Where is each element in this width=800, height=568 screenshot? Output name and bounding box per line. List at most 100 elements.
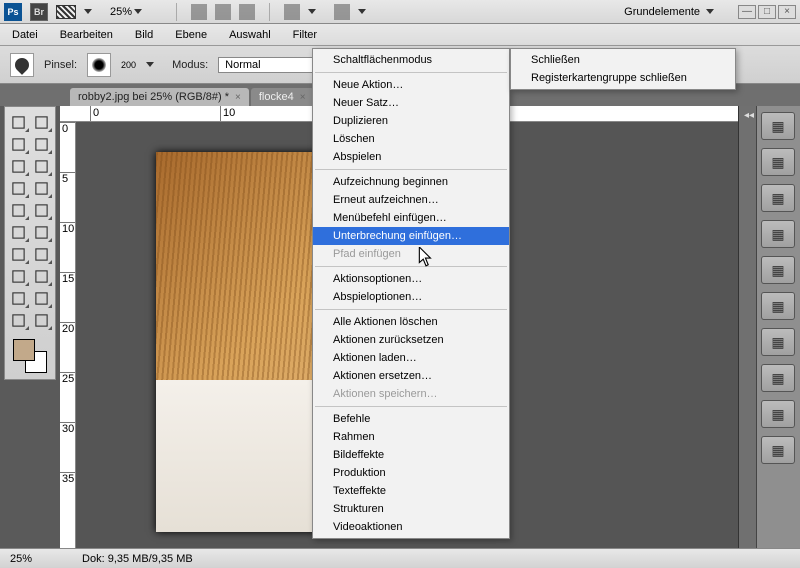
layers-panel-icon[interactable]: ▦ (761, 328, 795, 356)
clapper-icon[interactable] (56, 5, 76, 19)
lasso-tool[interactable] (7, 133, 30, 155)
chevron-down-icon (706, 9, 714, 14)
menu-item[interactable]: Videoaktionen (313, 518, 509, 536)
ruler-vertical: 05101520253035 (60, 122, 76, 548)
close-button[interactable]: × (778, 5, 796, 19)
menu-item[interactable]: Löschen (313, 130, 509, 148)
brush-tool[interactable] (30, 177, 53, 199)
tab-title: flocke4 (259, 91, 294, 103)
menu-bearbeiten[interactable]: Bearbeiten (56, 27, 117, 43)
brush-preview[interactable] (87, 53, 111, 77)
blur-tool[interactable] (7, 243, 30, 265)
menu-item[interactable]: Strukturen (313, 500, 509, 518)
crop-tool[interactable] (7, 155, 30, 177)
workspace-label: Grundelemente (624, 6, 700, 18)
color-panel-icon[interactable]: ▦ (761, 112, 795, 140)
menu-auswahl[interactable]: Auswahl (225, 27, 275, 43)
menu-item[interactable]: Duplizieren (313, 112, 509, 130)
eraser-tool[interactable] (7, 221, 30, 243)
gradient-tool[interactable] (30, 221, 53, 243)
fx-panel-icon[interactable]: ▦ (761, 184, 795, 212)
rectangle-tool[interactable] (30, 287, 53, 309)
zoom-tool-icon[interactable] (215, 4, 231, 20)
menu-item[interactable]: Unterbrechung einfügen… (313, 227, 509, 245)
navigator-panel-icon[interactable]: ▦ (761, 256, 795, 284)
menu-item[interactable]: Aktionen zurücksetzen (313, 331, 509, 349)
status-zoom[interactable]: 25% (10, 553, 32, 565)
hand-tool-icon[interactable] (191, 4, 207, 20)
menu-item[interactable]: Rahmen (313, 428, 509, 446)
path-sel-tool[interactable] (7, 287, 30, 309)
menu-item[interactable]: Aktionsoptionen… (313, 270, 509, 288)
menu-item[interactable]: Produktion (313, 464, 509, 482)
right-dock: ▦ ▦ ▦ ▦ ▦ ▦ ▦ ▦ ▦ ▦ (756, 106, 800, 548)
mode-value: Normal (225, 59, 260, 71)
document-tab[interactable]: robby2.jpg bei 25% (RGB/8#) *× (70, 88, 249, 106)
color-swatches[interactable] (7, 337, 53, 375)
chevron-down-icon[interactable] (146, 62, 154, 67)
chevron-down-icon (134, 9, 142, 14)
chevron-down-icon[interactable] (358, 9, 366, 14)
zoom-dropdown[interactable]: 25% (110, 6, 142, 18)
maximize-button[interactable]: □ (758, 5, 776, 19)
collapsed-panel-strip[interactable]: ◂◂ (738, 106, 756, 548)
minimize-button[interactable]: — (738, 5, 756, 19)
heal-tool[interactable] (7, 177, 30, 199)
pen-tool[interactable] (7, 265, 30, 287)
paths-panel-icon[interactable]: ▦ (761, 400, 795, 428)
menu-item[interactable]: Befehle (313, 410, 509, 428)
tool-preset-icon[interactable] (10, 53, 34, 77)
document-tab[interactable]: flocke4 × (251, 88, 314, 106)
status-bar: 25% Dok: 9,35 MB/9,35 MB (0, 548, 800, 568)
workspace-dropdown[interactable]: Grundelemente (616, 4, 722, 20)
type-tool[interactable] (30, 265, 53, 287)
menu-item[interactable]: Aufzeichnung beginnen (313, 173, 509, 191)
channels-panel-icon[interactable]: ▦ (761, 364, 795, 392)
dodge-tool[interactable] (30, 243, 53, 265)
toolbox (4, 106, 56, 380)
menu-item[interactable]: Menübefehl einfügen… (313, 209, 509, 227)
zoom-tool[interactable] (30, 309, 53, 331)
history-panel-icon[interactable]: ▦ (761, 436, 795, 464)
move-tool[interactable] (7, 111, 30, 133)
menu-item[interactable]: Neuer Satz… (313, 94, 509, 112)
menu-filter[interactable]: Filter (289, 27, 321, 43)
menu-item[interactable]: Registerkartengruppe schließen (511, 69, 735, 87)
close-icon[interactable]: × (235, 92, 241, 103)
menu-separator (315, 72, 507, 73)
photoshop-icon[interactable]: Ps (4, 3, 22, 21)
hand-tool[interactable] (7, 309, 30, 331)
menu-item[interactable]: Neue Aktion… (313, 76, 509, 94)
menu-ebene[interactable]: Ebene (171, 27, 211, 43)
menu-item[interactable]: Abspielen (313, 148, 509, 166)
menu-item[interactable]: Texteffekte (313, 482, 509, 500)
menu-item[interactable]: Alle Aktionen löschen (313, 313, 509, 331)
eyedropper-tool[interactable] (30, 155, 53, 177)
swatches-panel-icon[interactable]: ▦ (761, 148, 795, 176)
close-icon[interactable]: × (300, 92, 306, 103)
stamp-tool[interactable] (7, 199, 30, 221)
menu-item[interactable]: Bildeffekte (313, 446, 509, 464)
brushes-panel-icon[interactable]: ▦ (761, 220, 795, 248)
marquee-tool[interactable] (30, 111, 53, 133)
foreground-swatch[interactable] (13, 339, 35, 361)
menu-item[interactable]: Aktionen ersetzen… (313, 367, 509, 385)
tab-context-menu: SchließenRegisterkartengruppe schließen (510, 48, 736, 90)
menu-item[interactable]: Abspieloptionen… (313, 288, 509, 306)
arrange-docs-icon[interactable] (284, 4, 300, 20)
menu-item[interactable]: Erneut aufzeichnen… (313, 191, 509, 209)
screen-mode-icon[interactable] (334, 4, 350, 20)
magic-wand-tool[interactable] (30, 133, 53, 155)
chevron-down-icon[interactable] (84, 9, 92, 14)
chevron-down-icon[interactable] (308, 9, 316, 14)
rotate-view-icon[interactable] (239, 4, 255, 20)
bridge-icon[interactable]: Br (30, 3, 48, 21)
status-doc-size[interactable]: Dok: 9,35 MB/9,35 MB (82, 553, 193, 565)
menu-item[interactable]: Schließen (511, 51, 735, 69)
history-brush-tool[interactable] (30, 199, 53, 221)
info-panel-icon[interactable]: ▦ (761, 292, 795, 320)
menu-item[interactable]: Aktionen laden… (313, 349, 509, 367)
menu-datei[interactable]: Datei (8, 27, 42, 43)
menu-item[interactable]: Schaltflächenmodus (313, 51, 509, 69)
menu-bild[interactable]: Bild (131, 27, 157, 43)
